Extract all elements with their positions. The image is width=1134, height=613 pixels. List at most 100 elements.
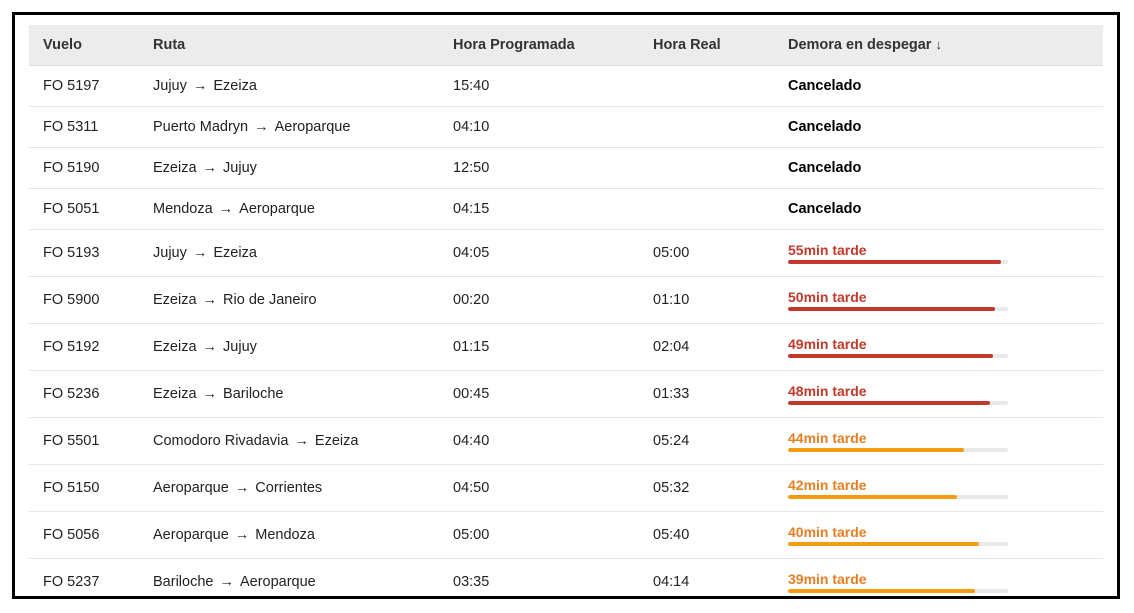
- table-container: Vuelo Ruta Hora Programada Hora Real Dem…: [15, 15, 1117, 599]
- cell-ruta: Jujuy→Ezeiza: [139, 66, 439, 107]
- cell-real: 05:32: [639, 465, 774, 512]
- cell-demora: 48min tarde: [774, 371, 1103, 418]
- cell-programada: 12:50: [439, 148, 639, 189]
- route-to: Ezeiza: [315, 433, 359, 449]
- cell-ruta: Aeroparque→Mendoza: [139, 512, 439, 559]
- route-from: Ezeiza: [153, 386, 197, 402]
- cell-demora: Cancelado: [774, 66, 1103, 107]
- flights-table: Vuelo Ruta Hora Programada Hora Real Dem…: [29, 25, 1103, 599]
- cell-vuelo: FO 5051: [29, 189, 139, 230]
- cell-real: 01:10: [639, 277, 774, 324]
- delay-bar-fill: [788, 495, 957, 499]
- route-from: Ezeiza: [153, 339, 197, 355]
- table-row: FO 5150Aeroparque→Corrientes04:5005:3242…: [29, 465, 1103, 512]
- delay-indicator: 49min tarde: [788, 336, 1089, 358]
- table-row: FO 5237Bariloche→Aeroparque03:3504:1439m…: [29, 559, 1103, 600]
- arrow-right-icon: →: [235, 527, 250, 543]
- cell-demora: 40min tarde: [774, 512, 1103, 559]
- route-from: Ezeiza: [153, 292, 197, 308]
- cell-programada: 04:15: [439, 189, 639, 230]
- arrow-right-icon: →: [193, 78, 208, 94]
- cell-demora: 44min tarde: [774, 418, 1103, 465]
- cell-vuelo: FO 5193: [29, 230, 139, 277]
- app-frame: Vuelo Ruta Hora Programada Hora Real Dem…: [12, 12, 1120, 599]
- route-from: Bariloche: [153, 574, 213, 590]
- route-to: Jujuy: [223, 160, 257, 176]
- cell-real: 05:24: [639, 418, 774, 465]
- cell-demora: Cancelado: [774, 107, 1103, 148]
- cell-demora: 39min tarde: [774, 559, 1103, 600]
- route-from: Mendoza: [153, 201, 213, 217]
- cell-vuelo: FO 5237: [29, 559, 139, 600]
- cell-vuelo: FO 5236: [29, 371, 139, 418]
- table-row: FO 5190Ezeiza→Jujuy12:50Cancelado: [29, 148, 1103, 189]
- table-row: FO 5051 Mendoza → Aeroparque 04:15 Cancelado: [29, 189, 1103, 230]
- col-header-programada[interactable]: Hora Programada: [439, 25, 639, 66]
- cell-ruta: Ezeiza→Jujuy: [139, 324, 439, 371]
- cell-demora: 49min tarde: [774, 324, 1103, 371]
- cell-programada: 01:15: [439, 324, 639, 371]
- route-to: Jujuy: [223, 339, 257, 355]
- delay-bar-fill: [788, 260, 1001, 264]
- route-to: Aeroparque: [275, 119, 351, 135]
- cell-demora: 50min tarde: [774, 277, 1103, 324]
- cell-vuelo: FO 5056: [29, 512, 139, 559]
- cell-ruta: Ezeiza→Jujuy: [139, 148, 439, 189]
- cell-vuelo: FO 5150: [29, 465, 139, 512]
- cell-real: 04:14: [639, 559, 774, 600]
- delay-indicator: 48min tarde: [788, 383, 1089, 405]
- cell-vuelo: FO 5501: [29, 418, 139, 465]
- status-cancelled: Cancelado: [788, 78, 861, 94]
- cell-programada: 00:45: [439, 371, 639, 418]
- col-header-vuelo[interactable]: Vuelo: [29, 25, 139, 66]
- table-row: FO 5192Ezeiza→Jujuy01:1502:0449min tarde: [29, 324, 1103, 371]
- col-header-real[interactable]: Hora Real: [639, 25, 774, 66]
- delay-label: 39min tarde: [788, 571, 1089, 587]
- route-from: Jujuy: [153, 78, 187, 94]
- table-row: FO 5501Comodoro Rivadavia→Ezeiza04:4005:…: [29, 418, 1103, 465]
- cell-demora: Cancelado: [774, 189, 1103, 230]
- arrow-right-icon: →: [193, 245, 208, 261]
- delay-indicator: 39min tarde: [788, 571, 1089, 593]
- cell-real: [639, 107, 774, 148]
- arrow-right-icon: →: [203, 292, 218, 308]
- col-header-ruta[interactable]: Ruta: [139, 25, 439, 66]
- delay-bar-fill: [788, 589, 975, 593]
- delay-bar-fill: [788, 354, 993, 358]
- cell-real: 02:04: [639, 324, 774, 371]
- arrow-right-icon: →: [219, 201, 234, 217]
- cell-programada: 15:40: [439, 66, 639, 107]
- route-to: Mendoza: [255, 527, 315, 543]
- delay-bar: [788, 354, 1008, 358]
- cell-programada: 03:35: [439, 559, 639, 600]
- cell-real: [639, 148, 774, 189]
- arrow-right-icon: →: [219, 574, 234, 590]
- delay-bar-fill: [788, 401, 990, 405]
- delay-indicator: 40min tarde: [788, 524, 1089, 546]
- cell-ruta: Comodoro Rivadavia→Ezeiza: [139, 418, 439, 465]
- route-to: Aeroparque: [239, 201, 315, 217]
- arrow-right-icon: →: [235, 480, 250, 496]
- col-header-demora[interactable]: Demora en despegar↓: [774, 25, 1103, 66]
- cell-real: 05:40: [639, 512, 774, 559]
- header-row: Vuelo Ruta Hora Programada Hora Real Dem…: [29, 25, 1103, 66]
- arrow-right-icon: →: [203, 160, 218, 176]
- delay-label: 49min tarde: [788, 336, 1089, 352]
- cell-vuelo: FO 5311: [29, 107, 139, 148]
- delay-bar: [788, 307, 1008, 311]
- delay-bar-fill: [788, 307, 995, 311]
- delay-indicator: 55min tarde: [788, 242, 1089, 264]
- delay-label: 50min tarde: [788, 289, 1089, 305]
- cell-ruta: Puerto Madryn→Aeroparque: [139, 107, 439, 148]
- cell-ruta: Ezeiza→Bariloche: [139, 371, 439, 418]
- cell-demora: 42min tarde: [774, 465, 1103, 512]
- delay-bar-fill: [788, 448, 964, 452]
- col-header-demora-label: Demora en despegar: [788, 37, 931, 53]
- table-body: FO 5197Jujuy→Ezeiza15:40CanceladoFO 5311…: [29, 66, 1103, 600]
- arrow-right-icon: →: [254, 119, 269, 135]
- cell-ruta: Jujuy→Ezeiza: [139, 230, 439, 277]
- delay-bar: [788, 542, 1008, 546]
- cell-ruta: Ezeiza→Rio de Janeiro: [139, 277, 439, 324]
- delay-indicator: 50min tarde: [788, 289, 1089, 311]
- arrow-right-icon: →: [294, 433, 309, 449]
